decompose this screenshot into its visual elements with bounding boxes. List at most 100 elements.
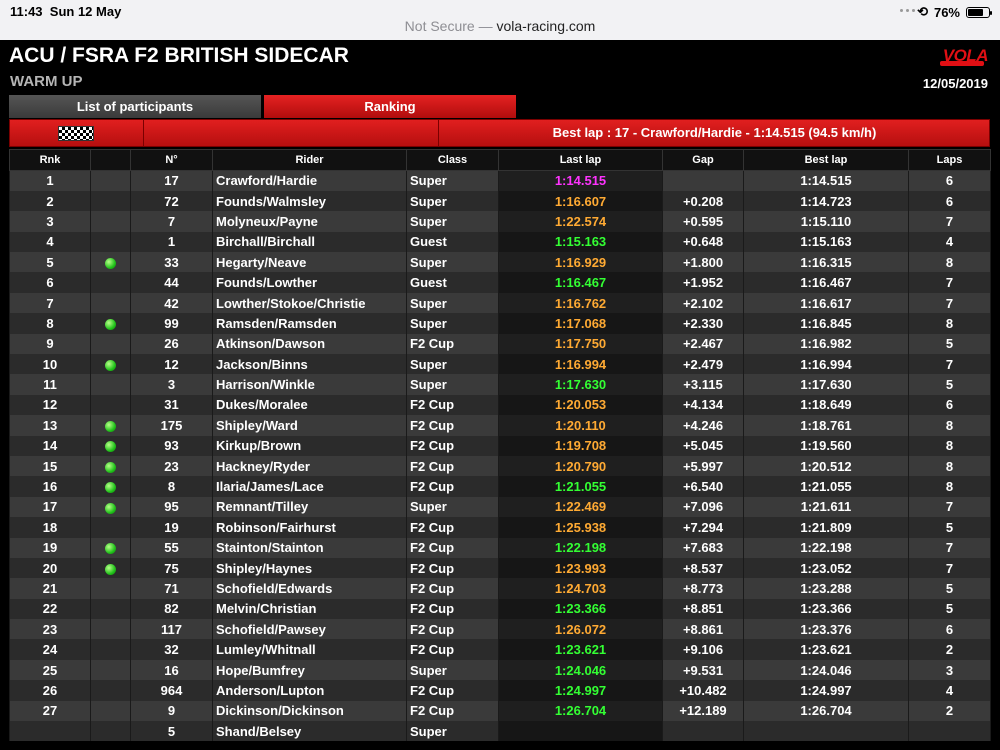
last-lap-cell: 1:16.994	[498, 354, 663, 375]
laps-value: 7	[945, 356, 954, 372]
table-row[interactable]: 25 16 Hope/Bumfrey Super 1:24.046 +9.531 1:24.…	[9, 659, 991, 681]
table-row[interactable]: 6 44 Founds/Lowther Guest 1:16.467 +1.952 1:16…	[9, 272, 991, 293]
number-value: 964	[160, 682, 183, 698]
rank-cell: 3	[9, 211, 91, 232]
tab-participants[interactable]: List of participants	[9, 95, 261, 118]
table-row[interactable]: 13 175 Shipley/Ward F2 Cup 1:20.110 +4.246 1:1…	[9, 415, 991, 436]
table-row[interactable]: 4 1 Birchall/Birchall Guest 1:15.163 +0.648 1:…	[9, 231, 991, 253]
rank-cell: 14	[9, 435, 91, 456]
number-value: 82	[164, 601, 179, 617]
status-cell	[90, 435, 131, 456]
number-cell: 99	[130, 313, 213, 334]
gap-cell: +8.861	[662, 619, 744, 640]
header-col-last-lap[interactable]: Last lap	[498, 149, 663, 171]
table-row[interactable]: 14 93 Kirkup/Brown F2 Cup 1:19.708 +5.045 1:19…	[9, 435, 991, 456]
header-col-pit[interactable]	[90, 149, 131, 171]
vola-logo[interactable]: VOLA	[922, 46, 989, 68]
table-row[interactable]: 21 71 Schofield/Edwards F2 Cup 1:24.703 +8.77…	[9, 578, 991, 599]
gap-value: +8.537	[682, 560, 724, 576]
multitask-dots-icon[interactable]	[900, 9, 915, 12]
table-row[interactable]: 17 95 Remnant/Tilley Super 1:22.469 +7.096 1:2…	[9, 496, 991, 518]
gap-value: +12.189	[679, 703, 727, 719]
table-row[interactable]: 26 964 Anderson/Lupton F2 Cup 1:24.997 +10.48…	[9, 680, 991, 701]
rider-cell: Hegarty/Neave	[212, 252, 407, 273]
on-track-indicator-icon	[105, 502, 116, 514]
class-value: Super	[410, 173, 447, 189]
number-cell: 7	[130, 211, 213, 232]
table-row[interactable]: 19 55 Stainton/Stainton F2 Cup 1:22.198 +7.68…	[9, 537, 991, 558]
laps-value: 6	[945, 621, 954, 637]
class-cell: F2 Cup	[406, 639, 499, 660]
header-col-number[interactable]: N°	[130, 149, 213, 171]
gap-value: +1.952	[682, 275, 724, 291]
number-cell: 42	[130, 292, 213, 314]
rider-cell: Melvin/Christian	[212, 598, 407, 620]
table-row[interactable]: 22 82 Melvin/Christian F2 Cup 1:23.366 +8.851…	[9, 598, 991, 620]
rank-value: 12	[42, 397, 58, 413]
last-lap-cell: 1:15.163	[498, 231, 663, 253]
table-row[interactable]: 9 26 Atkinson/Dawson F2 Cup 1:17.750 +2.467 1:…	[9, 333, 991, 355]
on-track-indicator-icon	[105, 461, 116, 473]
browser-status-bar: 11:43 Sun 12 May ⟲ 76% Not Secure — vola…	[0, 0, 1000, 40]
table-row[interactable]: 11 3 Harrison/Winkle Super 1:17.630 +3.115 1:1…	[9, 374, 991, 395]
address-bar[interactable]: Not Secure — vola-racing.com	[0, 18, 1000, 34]
class-cell: Super	[406, 170, 499, 191]
header-col-laps[interactable]: Laps	[908, 149, 991, 171]
class-cell: Guest	[406, 231, 499, 253]
best-lap-cell: 1:16.845	[743, 313, 909, 334]
best-lap-cell	[743, 721, 909, 742]
header-col-rider[interactable]: Rider	[212, 149, 407, 171]
table-row[interactable]: 8 99 Ramsden/Ramsden Super 1:17.068 +2.330 1:1…	[9, 313, 991, 334]
table-row[interactable]: 3 7 Molyneux/Payne Super 1:22.574 +0.595 1:15.…	[9, 211, 991, 232]
last-lap-value: 1:24.046	[554, 662, 607, 678]
header-col-rnk[interactable]: Rnk	[9, 149, 91, 171]
header-col-best-lap[interactable]: Best lap	[743, 149, 909, 171]
number-value: 3	[167, 377, 176, 393]
last-lap-cell: 1:16.762	[498, 292, 663, 314]
last-lap-cell: 1:26.704	[498, 700, 663, 722]
last-lap-cell: 1:23.621	[498, 639, 663, 660]
laps-value: 8	[945, 479, 954, 495]
table-row[interactable]: 12 31 Dukes/Moralee F2 Cup 1:20.053 +4.134 1:1…	[9, 394, 991, 416]
table-row[interactable]: 27 9 Dickinson/Dickinson F2 Cup 1:26.704 +12.…	[9, 700, 991, 722]
tab-ranking[interactable]: Ranking	[264, 95, 516, 118]
last-lap-value: 1:20.110	[555, 417, 606, 433]
number-cell: 5	[130, 721, 213, 742]
rank-cell: 1	[9, 170, 91, 191]
laps-value: 5	[945, 377, 954, 393]
class-cell: Super	[406, 252, 499, 273]
last-lap-value: 1:15.163	[554, 234, 607, 250]
rider-value: Molyneux/Payne	[216, 213, 318, 229]
table-row[interactable]: 5 Shand/Belsey Super	[9, 721, 991, 742]
laps-cell: 6	[908, 190, 991, 212]
table-row[interactable]: 15 23 Hackney/Ryder F2 Cup 1:20.790 +5.997 1:2…	[9, 455, 991, 477]
table-row[interactable]: 18 19 Robinson/Fairhurst F2 Cup 1:25.938 +7.2…	[9, 517, 991, 538]
last-lap-cell: 1:20.790	[498, 455, 663, 477]
table-row[interactable]: 2 72 Founds/Walmsley Super 1:16.607 +0.208 1:1…	[9, 190, 991, 212]
number-cell: 31	[130, 394, 213, 416]
last-lap-cell: 1:24.046	[498, 659, 663, 681]
number-value: 23	[164, 458, 179, 474]
laps-cell: 5	[908, 374, 991, 395]
status-cell	[90, 721, 131, 742]
table-row[interactable]: 24 32 Lumley/Whitnall F2 Cup 1:23.621 +9.106 1…	[9, 639, 991, 660]
table-row[interactable]: 10 12 Jackson/Binns Super 1:16.994 +2.479 1:16…	[9, 354, 991, 375]
class-cell: Super	[406, 313, 499, 334]
rank-cell: 25	[9, 659, 91, 681]
header-col-class[interactable]: Class	[406, 149, 499, 171]
table-row[interactable]: 16 8 Ilaria/James/Lace F2 Cup 1:21.055 +6.540…	[9, 476, 991, 497]
header-col-gap[interactable]: Gap	[662, 149, 744, 171]
rank-value: 13	[42, 417, 58, 433]
table-row[interactable]: 23 117 Schofield/Pawsey F2 Cup 1:26.072 +8.86…	[9, 619, 991, 640]
rider-value: Dickinson/Dickinson	[216, 703, 344, 719]
class-cell: Super	[406, 292, 499, 314]
status-cell	[90, 354, 131, 375]
table-row[interactable]: 1 17 Crawford/Hardie Super 1:14.515 1:14.515 6	[9, 170, 991, 191]
table-row[interactable]: 7 42 Lowther/Stokoe/Christie Super 1:16.762 +…	[9, 292, 991, 314]
table-row[interactable]: 5 33 Hegarty/Neave Super 1:16.929 +1.800 1:16.…	[9, 252, 991, 273]
table-row[interactable]: 20 75 Shipley/Haynes F2 Cup 1:23.993 +8.537 1:…	[9, 557, 991, 579]
number-cell: 19	[130, 517, 213, 538]
rank-cell: 24	[9, 639, 91, 660]
url-text[interactable]: vola-racing.com	[497, 18, 596, 34]
rank-value: 24	[42, 642, 58, 658]
